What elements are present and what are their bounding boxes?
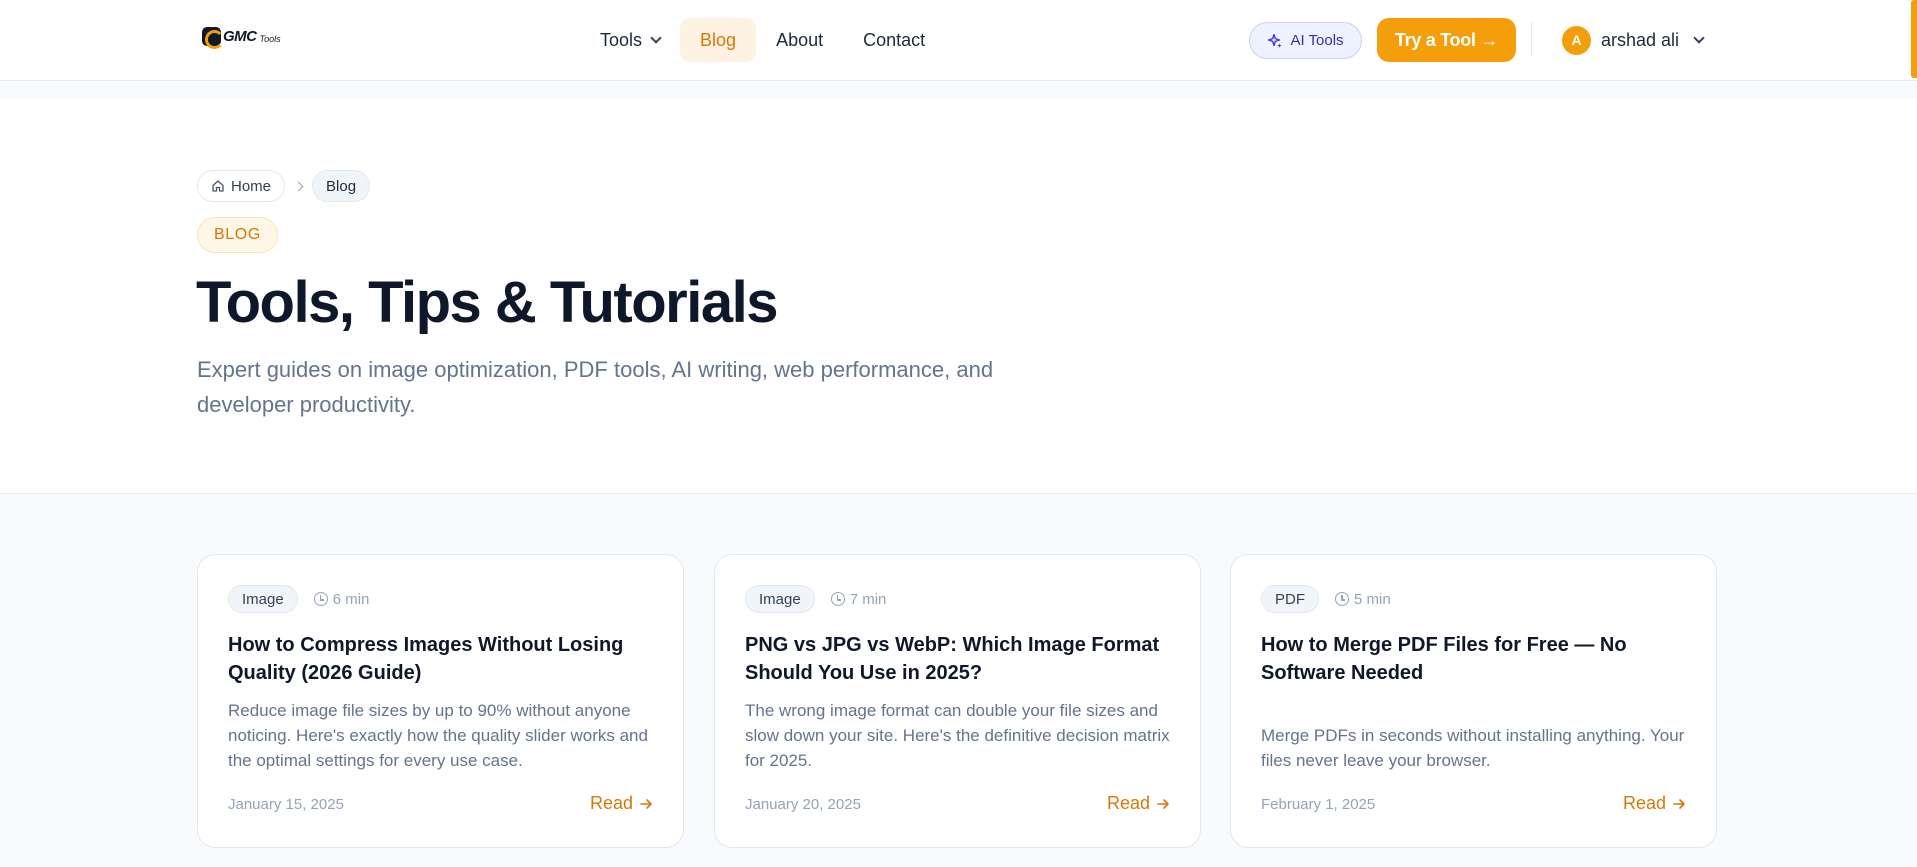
post-title[interactable]: How to Compress Images Without Losing Qu… xyxy=(228,631,658,687)
arrow-right-icon xyxy=(640,798,652,809)
read-link-label: Read xyxy=(1106,793,1150,813)
post-category-tag: Image xyxy=(228,585,298,613)
nav-item-label: Blog xyxy=(700,29,737,50)
nav-item-label: Contact xyxy=(863,29,926,50)
post-date: January 20, 2025 xyxy=(745,796,861,813)
arrow-right-icon xyxy=(1673,798,1685,809)
post-title[interactable]: PNG vs JPG vs WebP: Which Image Format S… xyxy=(745,631,1175,687)
page-title: Tools, Tips & Tutorials xyxy=(196,270,779,335)
post-card-image-formats[interactable]: Image 7 min PNG vs JPG vs WebP: Which Im… xyxy=(714,554,1201,848)
read-time-label: 6 min xyxy=(332,590,370,608)
page-subtitle: Expert guides on image optimization, PDF… xyxy=(197,357,994,417)
post-date: February 1, 2025 xyxy=(1261,796,1376,813)
post-meta: Image 6 min xyxy=(228,585,369,613)
post-category-tag: PDF xyxy=(1261,585,1319,613)
breadcrumb-home-label: Home xyxy=(231,177,272,195)
read-link-label: Read xyxy=(1622,793,1666,813)
post-category-tag: Image xyxy=(745,585,815,613)
post-meta: Image 7 min xyxy=(745,585,886,613)
post-title[interactable]: How to Merge PDF Files for Free — No Sof… xyxy=(1261,631,1691,687)
breadcrumb-home[interactable]: Home xyxy=(197,170,286,202)
arrow-right-icon xyxy=(1157,798,1169,809)
nav-item-about[interactable]: About xyxy=(756,18,843,62)
breadcrumb: Home Blog xyxy=(197,170,371,202)
read-link[interactable]: Read xyxy=(1623,793,1686,814)
nav-item-label: Tools xyxy=(600,29,643,50)
read-time-label: 7 min xyxy=(849,590,887,608)
logo-text: GMC xyxy=(223,28,257,45)
site-logo[interactable]: GMC Tools xyxy=(202,27,281,49)
site-header: GMC Tools Tools Blog About Contact AI To… xyxy=(0,0,1917,81)
sparkle-icon xyxy=(1268,33,1283,48)
chevron-down-icon xyxy=(650,32,662,44)
post-meta: PDF 5 min xyxy=(1261,585,1391,613)
chevron-down-icon xyxy=(1693,32,1705,44)
read-time: 7 min xyxy=(830,590,887,608)
read-link-label: Read xyxy=(589,793,633,813)
read-time: 6 min xyxy=(313,590,370,608)
chevron-right-icon xyxy=(293,181,304,191)
ai-tools-label: AI Tools xyxy=(1290,32,1344,49)
main-nav: Tools Blog About Contact xyxy=(580,18,945,62)
nav-item-contact[interactable]: Contact xyxy=(843,18,945,62)
scroll-indicator xyxy=(1911,0,1917,78)
ai-tools-button[interactable]: AI Tools xyxy=(1249,22,1362,59)
read-time-label: 5 min xyxy=(1354,590,1391,608)
clock-icon xyxy=(1335,592,1349,606)
clock-icon xyxy=(830,592,845,606)
logo-subtext: Tools xyxy=(259,33,281,44)
read-link[interactable]: Read xyxy=(1107,793,1170,814)
post-card-compress-images[interactable]: Image 6 min How to Compress Images Witho… xyxy=(197,554,684,848)
read-link[interactable]: Read xyxy=(590,793,653,814)
read-time: 5 min xyxy=(1335,591,1391,608)
post-card-merge-pdf[interactable]: PDF 5 min How to Merge PDF Files for Fre… xyxy=(1230,554,1717,848)
section-badge: BLOG xyxy=(197,217,278,253)
home-icon xyxy=(212,180,224,192)
breadcrumb-current: Blog xyxy=(312,170,371,202)
avatar: A xyxy=(1562,25,1591,55)
header-strip xyxy=(0,81,1917,99)
user-menu[interactable]: A arshad ali xyxy=(1562,25,1705,55)
post-date: January 15, 2025 xyxy=(228,796,344,813)
logo-mark-icon xyxy=(202,27,224,49)
try-a-tool-button[interactable]: Try a Tool → xyxy=(1377,18,1516,62)
post-excerpt: Merge PDFs in seconds without installing… xyxy=(1261,726,1685,770)
post-excerpt: The wrong image format can double your f… xyxy=(745,701,1170,770)
nav-item-label: About xyxy=(776,29,824,50)
header-divider xyxy=(1531,22,1532,56)
user-name: arshad ali xyxy=(1601,29,1680,50)
clock-icon xyxy=(313,592,328,606)
nav-item-blog[interactable]: Blog xyxy=(680,18,757,62)
post-excerpt: Reduce image file sizes by up to 90% wit… xyxy=(228,701,648,770)
nav-item-tools[interactable]: Tools xyxy=(580,18,680,62)
